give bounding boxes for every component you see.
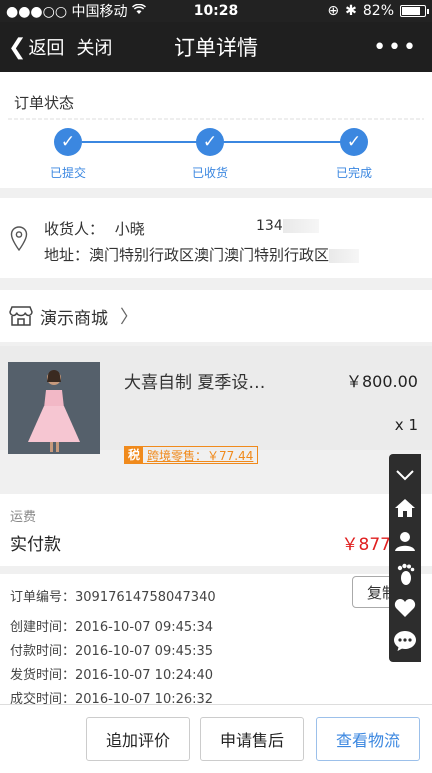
order-progress: ✓ ✓ ✓ 已提交 已收货 已完成 xyxy=(0,128,432,184)
nav-bar: ❮ 返回 关闭 订单详情 ••• xyxy=(0,22,432,72)
battery-percent: 82% xyxy=(362,3,394,19)
footprint-icon[interactable] xyxy=(392,562,418,588)
rotation-lock-icon: ⊕ xyxy=(327,3,340,19)
more-button[interactable]: ••• xyxy=(373,35,418,60)
step-label-received: 已收货 xyxy=(191,166,228,180)
battery-icon xyxy=(400,5,429,17)
progress-line xyxy=(222,141,352,143)
product-quantity: x 1 xyxy=(394,416,418,434)
check-icon: ✓ xyxy=(54,128,82,156)
product-image xyxy=(8,362,100,454)
order-number: 订单编号：30917614758047340 xyxy=(10,590,216,605)
aftersale-button[interactable]: 申请售后 xyxy=(200,717,304,761)
tax-tag: 税 xyxy=(125,447,144,463)
floating-toolbar xyxy=(389,454,421,662)
step-label-submitted: 已提交 xyxy=(49,166,86,180)
receiver-label: 收货人： xyxy=(44,220,105,238)
user-icon[interactable] xyxy=(392,528,418,554)
receiver-phone: 134 xyxy=(256,218,319,234)
page-title: 订单详情 xyxy=(174,36,258,60)
payment-card: 运费 实付款 ￥877.44 xyxy=(0,494,432,566)
product-item[interactable]: 大喜自制 夏季设… ￥800.00 x 1 税 跨境零售：￥77.44 xyxy=(0,346,432,464)
location-icon xyxy=(10,226,28,252)
store-icon xyxy=(9,306,33,326)
chevron-left-icon: ❮ xyxy=(8,34,27,60)
bluetooth-icon: ✱ xyxy=(345,3,357,19)
check-icon: ✓ xyxy=(340,128,368,156)
order-status-title: 订单状态 xyxy=(14,94,75,112)
review-button[interactable]: 追加评价 xyxy=(86,717,190,761)
address-value: 地址：澳门特别行政区澳门澳门特别行政区 xyxy=(44,246,330,264)
chevron-right-icon: 〉 xyxy=(120,307,138,328)
shop-row[interactable]: 演示商城 〉 xyxy=(0,290,432,342)
logistics-button[interactable]: 查看物流 xyxy=(316,717,420,761)
close-button[interactable]: 关闭 xyxy=(76,34,112,60)
check-icon: ✓ xyxy=(196,128,224,156)
product-price: ￥800.00 xyxy=(346,372,418,391)
shop-name: 演示商城 xyxy=(40,308,108,329)
battery-fill xyxy=(402,7,421,15)
shipping-label: 运费 xyxy=(10,510,37,525)
tax-text: 跨境零售：￥77.44 xyxy=(147,448,254,463)
shipped-time: 发货时间：2016-10-07 10:24:40 xyxy=(10,668,214,683)
home-icon[interactable] xyxy=(392,495,418,521)
created-time: 创建时间：2016-10-07 09:45:34 xyxy=(10,620,214,635)
paid-label: 实付款 xyxy=(10,535,61,555)
paid-time: 付款时间：2016-10-07 09:45:35 xyxy=(10,644,214,659)
tax-badge: 税 跨境零售：￥77.44 xyxy=(124,446,259,464)
receiver-line: 收货人： 小晓 xyxy=(44,218,145,239)
receiver-name: 小晓 xyxy=(114,220,145,238)
back-button[interactable]: ❮ 返回 xyxy=(0,34,64,60)
product-name: 大喜自制 夏季设… xyxy=(124,373,266,393)
redacted-mask xyxy=(329,248,360,263)
status-divider xyxy=(8,118,424,120)
phone-text: 134 xyxy=(256,218,283,234)
status-bar: ●●●○○ 中国移动 10:28 ⊕ ✱ 82% xyxy=(0,0,432,22)
address-text: 地址：澳门特别行政区澳门澳门特别行政区 xyxy=(44,244,360,265)
footer-actions: 追加评价 申请售后 查看物流 xyxy=(0,704,432,773)
address-card: 收货人： 小晓 134 地址：澳门特别行政区澳门澳门特别行政区 xyxy=(0,198,432,278)
back-label: 返回 xyxy=(28,38,65,59)
progress-line xyxy=(82,141,210,143)
heart-icon[interactable] xyxy=(392,595,418,621)
chat-icon[interactable] xyxy=(392,628,418,654)
step-label-completed: 已完成 xyxy=(335,166,372,180)
redacted-mask xyxy=(282,219,319,233)
chevron-down-icon[interactable] xyxy=(392,462,418,488)
